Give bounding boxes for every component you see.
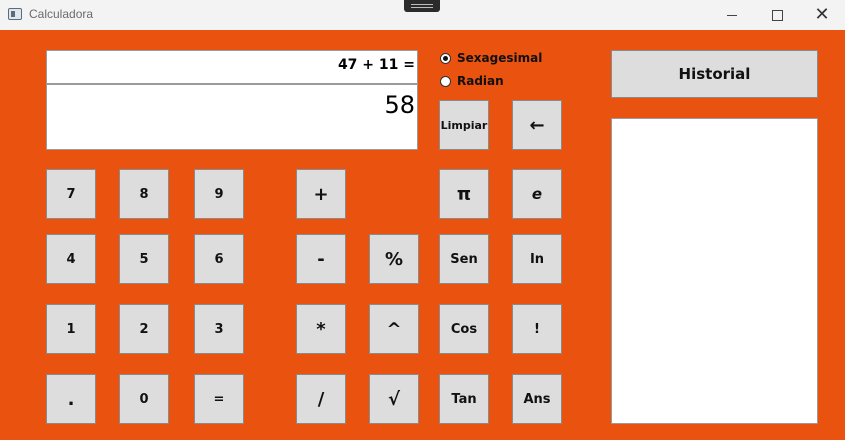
radio-radian-label: Radian [457,74,504,88]
backspace-button[interactable]: ← [512,100,562,150]
plus-button[interactable]: + [296,169,346,219]
ln-button[interactable]: In [512,234,562,284]
close-icon: ✕ [814,4,830,25]
minimize-button[interactable] [709,0,755,30]
calculator-app-icon [8,8,22,20]
close-button[interactable]: ✕ [799,0,845,30]
clear-button[interactable]: Limpiar [439,100,489,150]
snap-grip-handle[interactable] [404,0,440,12]
digit-5-button[interactable]: 5 [119,234,169,284]
e-button[interactable]: e [512,169,562,219]
radio-sexagesimal-label: Sexagesimal [457,51,543,65]
cos-button[interactable]: Cos [439,304,489,354]
tan-button[interactable]: Tan [439,374,489,424]
divide-button[interactable]: / [296,374,346,424]
equals-button[interactable]: = [194,374,244,424]
minimize-icon [727,14,737,16]
digit-7-button[interactable]: 7 [46,169,96,219]
digit-1-button[interactable]: 1 [46,304,96,354]
radio-unchecked-icon [440,75,451,87]
digit-3-button[interactable]: 3 [194,304,244,354]
digit-0-button[interactable]: 0 [119,374,169,424]
radio-radian[interactable]: Radian [440,74,504,88]
history-button[interactable]: Historial [611,50,818,98]
window-title: Calculadora [29,7,94,21]
digit-8-button[interactable]: 8 [119,169,169,219]
minus-button[interactable]: - [296,234,346,284]
title-bar: Calculadora ✕ [0,0,845,30]
ans-button[interactable]: Ans [512,374,562,424]
decimal-point-button[interactable]: . [46,374,96,424]
radio-checked-icon [440,52,451,64]
power-button[interactable]: ^ [369,304,419,354]
sin-button[interactable]: Sen [439,234,489,284]
multiply-button[interactable]: * [296,304,346,354]
history-list[interactable] [611,118,818,424]
radio-sexagesimal[interactable]: Sexagesimal [440,51,542,65]
maximize-icon [771,9,783,21]
pi-button[interactable]: π [439,169,489,219]
expression-display: 47 + 11 = [46,50,418,84]
digit-9-button[interactable]: 9 [194,169,244,219]
digit-2-button[interactable]: 2 [119,304,169,354]
digit-6-button[interactable]: 6 [194,234,244,284]
digit-4-button[interactable]: 4 [46,234,96,284]
result-display: 58 [46,84,418,150]
percent-button[interactable]: % [369,234,419,284]
factorial-button[interactable]: ! [512,304,562,354]
sqrt-button[interactable]: √ [369,374,419,424]
maximize-button[interactable] [754,0,800,30]
